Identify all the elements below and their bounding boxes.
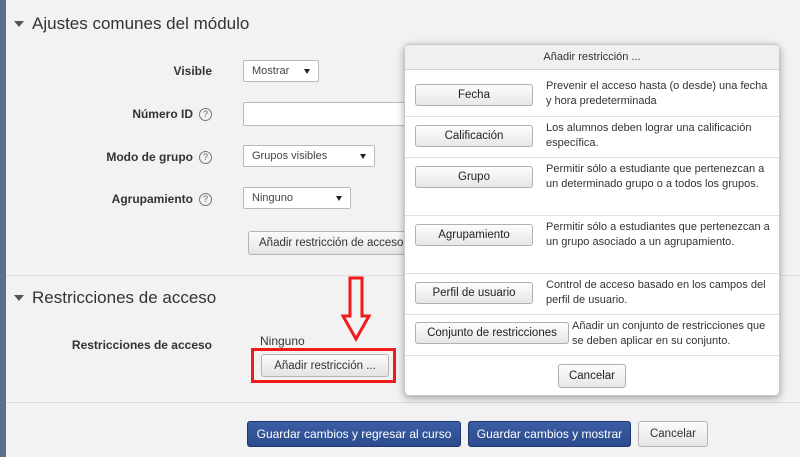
section-access-restrictions-header[interactable]: Restricciones de acceso — [14, 288, 216, 308]
option-row-grade: Calificación Los alumnos deben lograr un… — [405, 116, 779, 158]
save-and-return-label: Guardar cambios y regresar al curso — [256, 427, 452, 441]
option-row-user-profile: Perfil de usuario Control de acceso basa… — [405, 273, 779, 315]
add-access-restriction-label: Añadir restricción de acceso — [259, 237, 404, 249]
group-mode-select-value: Grupos visibles — [252, 150, 328, 162]
option-row-date: Fecha Prevenir el acceso hasta (o desde)… — [405, 69, 779, 117]
group-button[interactable]: Grupo — [415, 166, 533, 188]
date-button[interactable]: Fecha — [415, 84, 533, 106]
group-mode-label: Modo de grupo ? — [106, 150, 212, 164]
save-and-return-button[interactable]: Guardar cambios y regresar al curso — [247, 421, 461, 447]
section-module-settings-header[interactable]: Ajustes comunes del módulo — [14, 14, 249, 34]
visible-label: Visible — [174, 64, 212, 78]
id-number-label-text: Número ID — [132, 107, 193, 121]
save-and-show-label: Guardar cambios y mostrar — [476, 427, 623, 441]
dropdown-caret-icon — [304, 68, 310, 74]
help-icon[interactable]: ? — [199, 150, 212, 164]
save-and-show-button[interactable]: Guardar cambios y mostrar — [468, 421, 631, 447]
form-divider — [6, 402, 800, 403]
cancel-button[interactable]: Cancelar — [638, 421, 708, 447]
section-title: Ajustes comunes del módulo — [32, 14, 250, 33]
group-mode-label-text: Modo de grupo — [106, 150, 193, 164]
annotation-arrow-down-icon — [341, 276, 371, 342]
user-profile-button[interactable]: Perfil de usuario — [415, 282, 533, 304]
section-title: Restricciones de acceso — [32, 288, 217, 307]
grouping-select[interactable]: Ninguno — [243, 187, 351, 209]
visible-select[interactable]: Mostrar — [243, 60, 319, 82]
collapse-triangle-icon — [14, 295, 24, 301]
dropdown-caret-icon — [336, 195, 342, 201]
option-row-group: Grupo Permitir sólo a estudiante que per… — [405, 157, 779, 216]
option-description: Prevenir el acceso hasta (o desde) una f… — [546, 80, 768, 107]
dialog-title: Añadir restricción ... — [405, 45, 779, 70]
access-restrictions-value: Ninguno — [260, 334, 305, 348]
option-row-restriction-set: Conjunto de restricciones Añadir un conj… — [405, 314, 779, 356]
id-number-input[interactable] — [243, 102, 413, 126]
grouping-select-value: Ninguno — [252, 192, 293, 204]
option-description: Permitir sólo a estudiantes que pertenez… — [546, 221, 770, 248]
access-restrictions-label-text: Restricciones de acceso — [71, 338, 212, 352]
visible-select-value: Mostrar — [252, 65, 290, 77]
option-description: Los alumnos deben lograr una calificació… — [546, 122, 752, 149]
cancel-label: Cancelar — [649, 428, 697, 440]
visible-label-text: Visible — [173, 64, 212, 78]
add-access-restriction-button[interactable]: Añadir restricción de acceso — [248, 231, 414, 255]
add-restriction-dialog: Añadir restricción ... Fecha Prevenir el… — [404, 44, 780, 396]
group-mode-select[interactable]: Grupos visibles — [243, 145, 375, 167]
grouping-label-text: Agrupamiento — [111, 192, 193, 206]
grouping-button[interactable]: Agrupamiento — [415, 224, 533, 246]
id-number-label: Número ID ? — [132, 107, 212, 121]
help-icon[interactable]: ? — [199, 192, 212, 206]
restriction-set-button[interactable]: Conjunto de restricciones — [415, 322, 569, 344]
option-description: Permitir sólo a estudiante que pertenezc… — [546, 163, 765, 190]
dropdown-caret-icon — [360, 153, 366, 159]
access-restrictions-label: Restricciones de acceso — [72, 338, 212, 352]
dialog-cancel-button[interactable]: Cancelar — [558, 364, 626, 388]
option-row-grouping: Agrupamiento Permitir sólo a estudiantes… — [405, 215, 779, 274]
grade-button[interactable]: Calificación — [415, 125, 533, 147]
grouping-label: Agrupamiento ? — [112, 192, 212, 206]
option-description: Añadir un conjunto de restricciones que … — [572, 320, 766, 347]
collapse-triangle-icon — [14, 21, 24, 27]
annotation-highlight-box — [251, 348, 396, 383]
help-icon[interactable]: ? — [199, 107, 212, 121]
option-description: Control de acceso basado en los campos d… — [546, 279, 766, 306]
